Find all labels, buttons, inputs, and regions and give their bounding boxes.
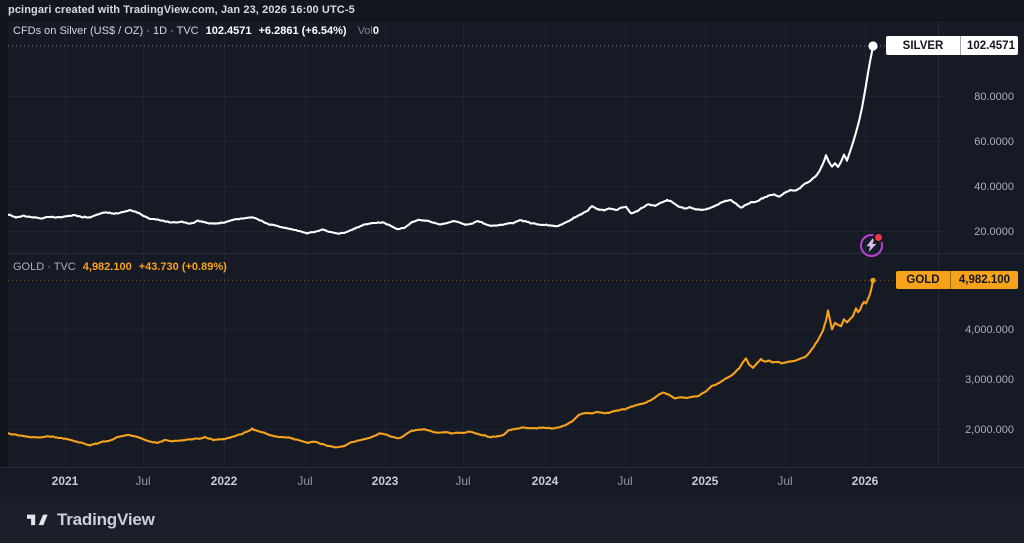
x-axis-label: 2024 (515, 474, 575, 489)
silver-price-badge[interactable]: SILVER 102.4571 (886, 36, 1018, 55)
y-axis-label: 40.0000 (974, 180, 1014, 194)
chart-canvas[interactable] (0, 21, 1024, 497)
silver-badge-symbol: SILVER (886, 36, 961, 55)
footer-bar: TradingView (0, 497, 1024, 543)
chart-area[interactable]: CFDs on Silver (US$ / OZ) · 1D · TVC 102… (0, 21, 1024, 497)
alert-button[interactable] (860, 234, 883, 257)
y-axis-label: 3,000.000 (965, 373, 1014, 387)
attribution-text: pcingari created with TradingView.com, J… (8, 4, 355, 16)
x-axis-label: 2026 (835, 474, 895, 489)
silver-vol-value: 0 (373, 25, 379, 37)
y-axis-label: 20.0000 (974, 225, 1014, 239)
legend-gold[interactable]: GOLD · TVC 4,982.100 +43.730 (+0.89%) (13, 261, 227, 273)
x-axis-label: 2025 (675, 474, 735, 489)
x-axis-label: Jul (433, 474, 493, 489)
y-axis-label: 2,000.000 (965, 423, 1014, 437)
x-axis-label: Jul (275, 474, 335, 489)
legend-silver[interactable]: CFDs on Silver (US$ / OZ) · 1D · TVC 102… (13, 25, 379, 37)
tradingview-logo-icon[interactable] (27, 512, 48, 529)
y-axis-label: 80.0000 (974, 90, 1014, 104)
gold-badge-price: 4,982.100 (951, 271, 1018, 289)
silver-badge-price: 102.4571 (961, 36, 1018, 55)
plot-left-margin (0, 21, 8, 467)
price-axis[interactable]: 80.0000 60.0000 40.0000 20.0000 4,000.000 3,0… (938, 21, 1024, 467)
tradingview-logo-text[interactable]: TradingView (57, 510, 155, 530)
x-axis-label: Jul (755, 474, 815, 489)
gold-change: +43.730 (+0.89%) (139, 261, 227, 273)
x-axis-label: 2023 (355, 474, 415, 489)
x-axis-label: 2021 (35, 474, 95, 489)
gold-symbol-title: GOLD · TVC (13, 261, 76, 273)
x-axis-label: Jul (113, 474, 173, 489)
x-axis-label: 2022 (194, 474, 254, 489)
silver-last-price: 102.4571 (206, 25, 252, 37)
silver-vol-label: Vol (358, 25, 373, 37)
gold-badge-symbol: GOLD (896, 271, 951, 289)
silver-change: +6.2861 (+6.54%) (259, 25, 347, 37)
gold-last-price: 4,982.100 (83, 261, 132, 273)
gold-price-badge[interactable]: GOLD 4,982.100 (896, 271, 1018, 289)
time-axis[interactable]: 2021 Jul 2022 Jul 2023 Jul 2024 Jul 2025 Jul 2026 (0, 467, 1024, 498)
attribution-bar: pcingari created with TradingView.com, J… (0, 0, 1024, 21)
alert-notification-dot (873, 232, 884, 243)
y-axis-label: 60.0000 (974, 135, 1014, 149)
y-axis-label: 4,000.000 (965, 323, 1014, 337)
x-axis-label: Jul (595, 474, 655, 489)
silver-symbol-title: CFDs on Silver (US$ / OZ) · 1D · TVC (13, 25, 199, 37)
